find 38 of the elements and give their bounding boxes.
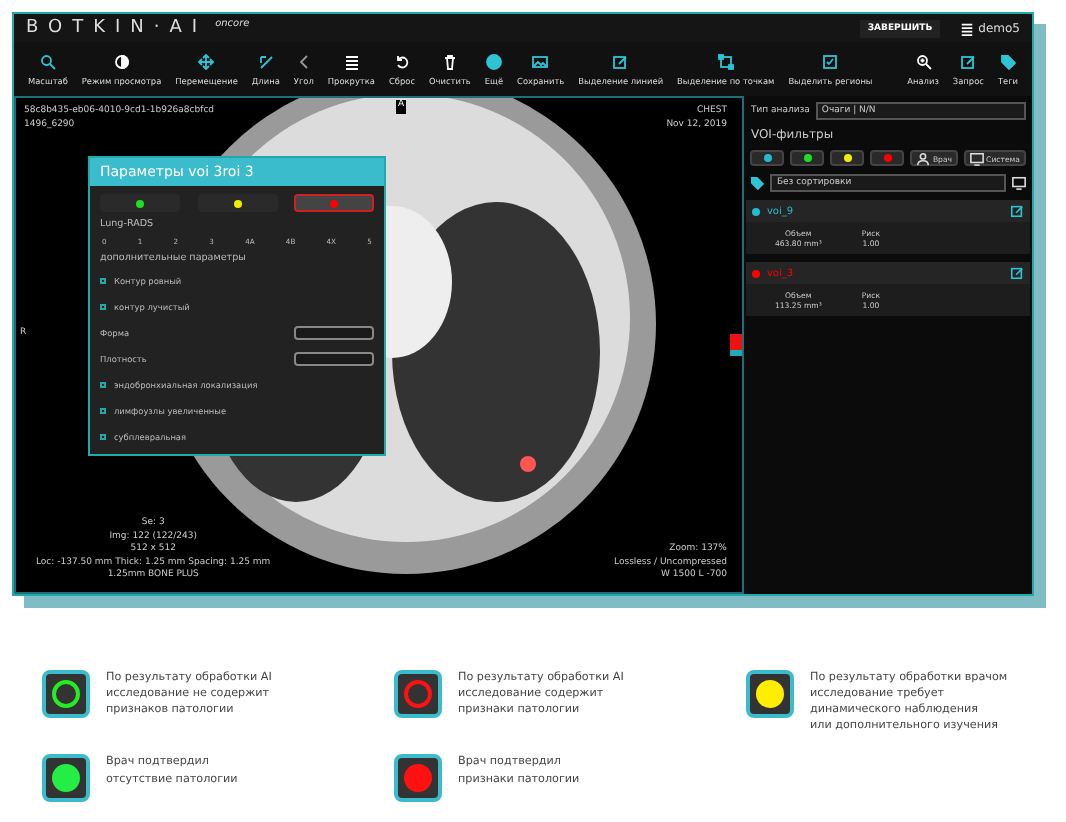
slice-marker xyxy=(730,334,743,356)
list-icon xyxy=(343,53,360,69)
image-icon xyxy=(532,53,549,69)
angle-icon xyxy=(295,53,312,69)
zoom-in-icon xyxy=(915,53,932,69)
checkbox[interactable] xyxy=(100,304,106,310)
ruler-icon xyxy=(257,53,274,69)
select-field[interactable] xyxy=(294,326,374,340)
color-filter[interactable] xyxy=(830,150,865,166)
checkbox[interactable] xyxy=(100,408,106,414)
checkbox[interactable] xyxy=(100,382,106,388)
color-filter[interactable] xyxy=(870,150,905,166)
checkbox-icon xyxy=(822,53,839,69)
color-filter[interactable] xyxy=(790,150,825,166)
tag-icon xyxy=(999,53,1016,69)
tag-icon xyxy=(750,176,765,190)
app-logo: BOTKIN·AI xyxy=(26,18,208,38)
checkbox[interactable] xyxy=(100,434,106,440)
color-filter[interactable] xyxy=(750,150,785,166)
edit-icon xyxy=(612,53,629,69)
edit-icon xyxy=(1010,266,1024,280)
person-icon xyxy=(916,151,931,165)
undo-icon xyxy=(393,53,410,69)
list-icon xyxy=(960,21,975,35)
status-option[interactable] xyxy=(100,194,180,212)
monitor-icon xyxy=(970,151,985,165)
status-option[interactable] xyxy=(197,194,277,212)
monitor-icon xyxy=(1012,176,1026,190)
edit-icon xyxy=(960,53,977,69)
move-arrows-icon xyxy=(198,53,215,69)
selection-icon xyxy=(717,53,734,69)
edit-icon xyxy=(1010,204,1024,218)
trash-icon xyxy=(441,53,458,69)
checkbox[interactable] xyxy=(100,278,106,284)
search-icon xyxy=(39,53,56,69)
more-icon xyxy=(485,53,502,69)
contrast-icon xyxy=(113,53,130,69)
select-field[interactable] xyxy=(294,352,374,366)
